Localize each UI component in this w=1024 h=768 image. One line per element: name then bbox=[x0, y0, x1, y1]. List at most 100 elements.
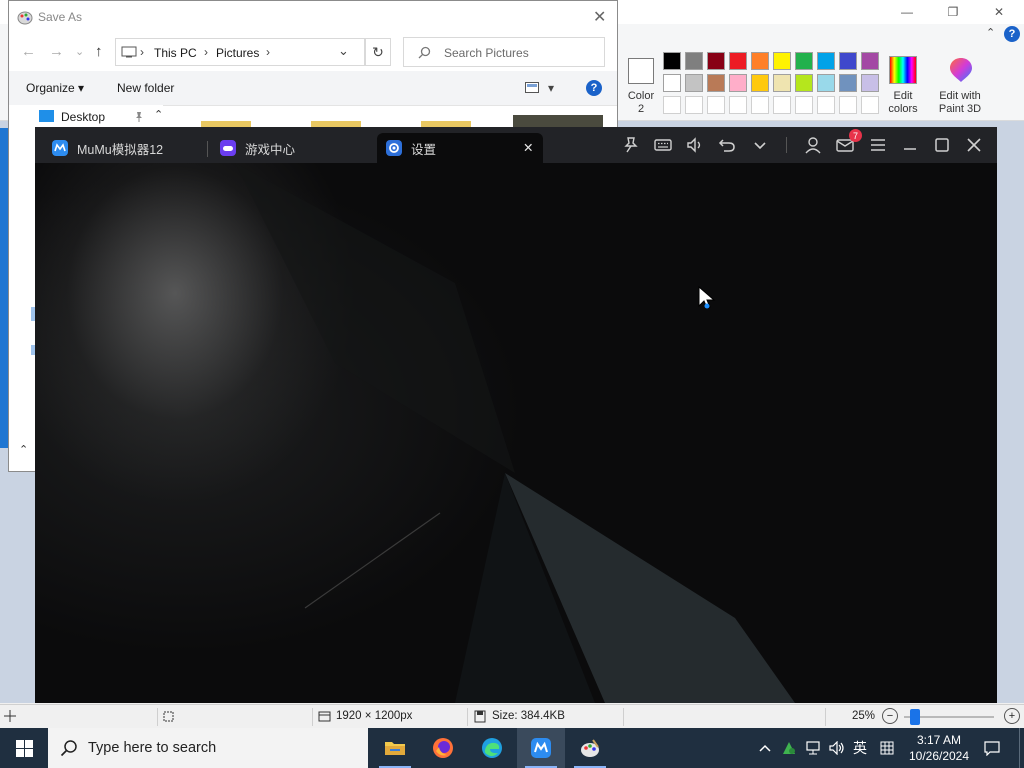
palette-color-swatch[interactable] bbox=[861, 96, 879, 114]
taskbar-paint[interactable] bbox=[566, 728, 614, 768]
tab-settings[interactable]: 设置 ✕ bbox=[377, 133, 543, 163]
maximize-icon[interactable] bbox=[931, 134, 953, 156]
breadcrumb-pictures[interactable]: Pictures bbox=[216, 46, 259, 60]
palette-color-swatch[interactable] bbox=[663, 96, 681, 114]
scroll-up-icon[interactable]: ⌃ bbox=[154, 108, 163, 121]
view-caret-icon[interactable]: ▾ bbox=[548, 81, 554, 95]
speaker-icon[interactable] bbox=[826, 728, 848, 768]
color2-swatch[interactable] bbox=[628, 58, 654, 84]
emulator-screen[interactable] bbox=[35, 163, 997, 703]
palette-color-swatch[interactable] bbox=[729, 74, 747, 92]
palette-color-swatch[interactable] bbox=[839, 74, 857, 92]
palette-color-swatch[interactable] bbox=[751, 74, 769, 92]
taskbar-search-box[interactable]: Type here to search bbox=[48, 728, 368, 768]
taskbar-mumu[interactable] bbox=[517, 728, 565, 768]
palette-color-swatch[interactable] bbox=[729, 52, 747, 70]
paint-minimize-button[interactable]: — bbox=[884, 0, 930, 24]
recent-locations-button[interactable]: ⌄ bbox=[75, 45, 84, 58]
palette-color-swatch[interactable] bbox=[773, 52, 791, 70]
palette-color-swatch[interactable] bbox=[795, 52, 813, 70]
menu-icon[interactable] bbox=[867, 134, 889, 156]
scroll-icon[interactable]: ⌃ bbox=[19, 443, 28, 456]
palette-color-swatch[interactable] bbox=[751, 96, 769, 114]
palette-color-swatch[interactable] bbox=[707, 96, 725, 114]
tray-overflow-chevron-icon[interactable] bbox=[754, 728, 776, 768]
paint-help-icon[interactable]: ? bbox=[1004, 26, 1020, 42]
palette-color-swatch[interactable] bbox=[663, 52, 681, 70]
palette-color-swatch[interactable] bbox=[751, 52, 769, 70]
organize-button[interactable]: Organize ▾ bbox=[26, 81, 84, 95]
new-folder-button[interactable]: New folder bbox=[117, 81, 174, 95]
tab-game-center[interactable]: 游戏中心 bbox=[211, 133, 371, 163]
address-dropdown-icon[interactable]: ⌄ bbox=[338, 43, 349, 59]
palette-color-swatch[interactable] bbox=[773, 74, 791, 92]
palette-color-swatch[interactable] bbox=[839, 52, 857, 70]
palette-color-swatch[interactable] bbox=[707, 52, 725, 70]
selection-size-icon bbox=[163, 711, 174, 722]
palette-color-swatch[interactable] bbox=[707, 74, 725, 92]
breadcrumb-this-pc[interactable]: This PC bbox=[154, 46, 197, 60]
back-arrow-icon[interactable] bbox=[716, 134, 738, 156]
file-size: Size: 384.4KB bbox=[492, 710, 565, 722]
address-bar[interactable]: › This PC › Pictures › ⌄ bbox=[115, 38, 365, 66]
search-pictures-input[interactable]: Search Pictures bbox=[403, 37, 605, 67]
account-icon[interactable] bbox=[802, 134, 824, 156]
show-desktop-button[interactable] bbox=[1019, 728, 1024, 768]
dialog-help-icon[interactable]: ? bbox=[586, 80, 602, 96]
palette-color-swatch[interactable] bbox=[663, 74, 681, 92]
paint-maximize-button[interactable]: ❐ bbox=[930, 0, 976, 24]
tray-app-icon[interactable] bbox=[778, 728, 800, 768]
palette-color-swatch[interactable] bbox=[795, 96, 813, 114]
palette-color-swatch[interactable] bbox=[817, 52, 835, 70]
start-button[interactable] bbox=[0, 728, 48, 768]
palette-color-swatch[interactable] bbox=[861, 74, 879, 92]
minimize-icon[interactable] bbox=[899, 134, 921, 156]
palette-color-swatch[interactable] bbox=[861, 52, 879, 70]
taskbar-file-explorer[interactable] bbox=[371, 728, 419, 768]
notification-center-icon[interactable] bbox=[978, 728, 1006, 768]
back-button[interactable]: ← bbox=[21, 43, 36, 60]
save-as-close-button[interactable]: ✕ bbox=[593, 7, 606, 27]
palette-color-swatch[interactable] bbox=[839, 96, 857, 114]
taskbar-edge[interactable] bbox=[468, 728, 516, 768]
paint-statusbar: 1920 × 1200px Size: 384.4KB 25% − + bbox=[0, 704, 1024, 728]
tab-mumu[interactable]: MuMu模拟器12 bbox=[43, 133, 203, 163]
palette-color-swatch[interactable] bbox=[817, 96, 835, 114]
nav-desktop[interactable]: Desktop bbox=[61, 110, 105, 124]
palette-color-swatch[interactable] bbox=[685, 52, 703, 70]
search-icon bbox=[418, 46, 431, 59]
zoom-slider-thumb[interactable] bbox=[910, 709, 921, 725]
edit-paint3d-label[interactable]: Edit with Paint 3D bbox=[932, 90, 988, 116]
palette-color-swatch[interactable] bbox=[817, 74, 835, 92]
more-chevron-icon[interactable] bbox=[749, 134, 771, 156]
palette-color-swatch[interactable] bbox=[729, 96, 747, 114]
palette-color-swatch[interactable] bbox=[685, 96, 703, 114]
paint3d-icon[interactable] bbox=[948, 56, 974, 84]
pin-icon bbox=[136, 112, 142, 122]
search-placeholder: Search Pictures bbox=[444, 46, 529, 60]
up-button[interactable]: ↑ bbox=[95, 43, 103, 60]
volume-icon[interactable] bbox=[684, 134, 706, 156]
forward-button[interactable]: → bbox=[49, 43, 64, 60]
ime-indicator[interactable]: 英 bbox=[849, 728, 871, 768]
palette-color-swatch[interactable] bbox=[773, 96, 791, 114]
paint-close-button[interactable]: ✕ bbox=[976, 0, 1022, 24]
tab-close-icon[interactable]: ✕ bbox=[523, 140, 533, 155]
palette-color-swatch[interactable] bbox=[795, 74, 813, 92]
ime-mode-icon[interactable] bbox=[876, 728, 898, 768]
palette-color-swatch[interactable] bbox=[685, 74, 703, 92]
zoom-out-button[interactable]: − bbox=[882, 708, 898, 724]
network-icon[interactable] bbox=[802, 728, 824, 768]
ribbon-collapse-icon[interactable]: ⌃ bbox=[986, 26, 995, 39]
view-options-icon[interactable] bbox=[525, 82, 539, 93]
window-edge-accent bbox=[0, 128, 8, 448]
refresh-button[interactable]: ↻ bbox=[365, 38, 391, 66]
edit-colors-icon[interactable] bbox=[889, 56, 917, 84]
clock[interactable]: 3:17 AM 10/26/2024 bbox=[902, 731, 976, 765]
zoom-in-button[interactable]: + bbox=[1004, 708, 1020, 724]
pin-window-icon[interactable] bbox=[620, 134, 642, 156]
close-icon[interactable] bbox=[963, 134, 985, 156]
taskbar-firefox[interactable] bbox=[419, 728, 467, 768]
edit-colors-label[interactable]: Edit colors bbox=[880, 90, 926, 116]
keyboard-icon[interactable] bbox=[652, 134, 674, 156]
